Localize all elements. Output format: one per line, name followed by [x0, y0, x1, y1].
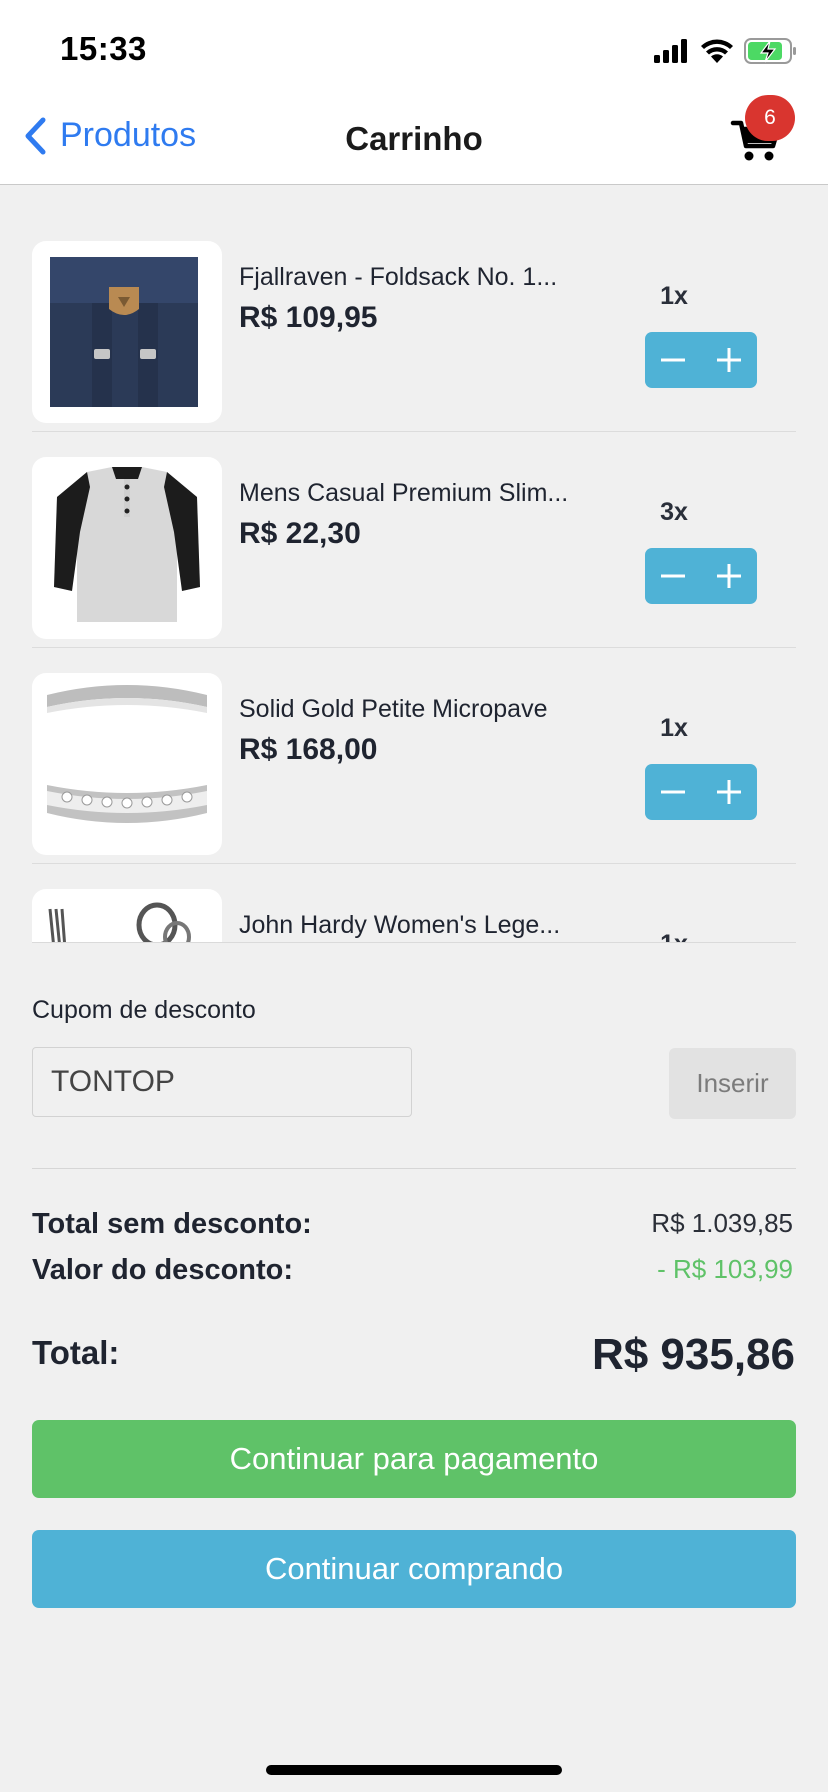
decrease-quantity-button[interactable] [645, 548, 701, 604]
total-label: Total: [32, 1334, 120, 1371]
decrease-quantity-button[interactable] [645, 764, 701, 820]
battery-charging-icon [744, 38, 796, 64]
product-image-backpack [32, 241, 222, 423]
plus-icon [717, 348, 741, 372]
cart-item[interactable]: Solid Gold Petite Micropave R$ 168,00 1x [32, 648, 796, 864]
status-icons [654, 34, 798, 68]
home-indicator [266, 1765, 562, 1775]
product-quantity: 3x [660, 498, 688, 526]
product-name: John Hardy Women's Lege... [239, 911, 561, 939]
wifi-icon [701, 39, 733, 63]
cart-item-list[interactable]: Fjallraven - Foldsack No. 1... R$ 109,95… [32, 216, 796, 943]
minus-icon [661, 574, 685, 578]
increase-quantity-button[interactable] [701, 332, 757, 388]
coupon-input[interactable] [32, 1047, 412, 1117]
product-image-shirt [32, 457, 222, 639]
product-name: Fjallraven - Foldsack No. 1... [239, 263, 558, 291]
discount-label: Valor do desconto: [32, 1254, 294, 1286]
subtotal-label: Total sem desconto: [32, 1208, 312, 1240]
cart-item[interactable]: Mens Casual Premium Slim... R$ 22,30 3x [32, 432, 796, 648]
cart-item[interactable]: John Hardy Women's Lege... 1x [32, 864, 796, 942]
product-name: Mens Casual Premium Slim... [239, 479, 569, 507]
quantity-stepper [645, 548, 757, 604]
product-image-bracelet [32, 889, 222, 942]
minus-icon [661, 790, 685, 794]
cart-count-badge: 6 [745, 95, 795, 141]
insert-coupon-button[interactable]: Inserir [669, 1048, 796, 1119]
checkout-button[interactable]: Continuar para pagamento [32, 1420, 796, 1498]
cellular-signal-icon [654, 39, 687, 63]
summary-divider [32, 1168, 796, 1169]
subtotal-value: R$ 1.039,85 [651, 1208, 793, 1238]
product-image-ring [32, 673, 222, 855]
product-quantity: 1x [660, 282, 688, 310]
decrease-quantity-button[interactable] [645, 332, 701, 388]
product-name: Solid Gold Petite Micropave [239, 695, 548, 723]
product-price: R$ 168,00 [239, 733, 378, 766]
navigation-bar: Produtos Carrinho 6 [0, 92, 828, 185]
plus-icon [717, 780, 741, 804]
continue-shopping-button[interactable]: Continuar comprando [32, 1530, 796, 1608]
product-price: R$ 22,30 [239, 517, 361, 550]
discount-value: - R$ 103,99 [657, 1254, 793, 1284]
quantity-stepper [645, 764, 757, 820]
total-value: R$ 935,86 [591, 1330, 795, 1379]
page-title: Carrinho [345, 120, 483, 157]
status-time: 15:33 [60, 30, 147, 67]
increase-quantity-button[interactable] [701, 764, 757, 820]
product-quantity: 1x [660, 714, 688, 742]
increase-quantity-button[interactable] [701, 548, 757, 604]
product-price: R$ 109,95 [239, 301, 378, 334]
minus-icon [661, 358, 685, 362]
quantity-stepper [645, 332, 757, 388]
cart-item[interactable]: Fjallraven - Foldsack No. 1... R$ 109,95… [32, 216, 796, 432]
plus-icon [717, 564, 741, 588]
product-quantity: 1x [644, 930, 704, 942]
coupon-label: Cupom de desconto [32, 996, 256, 1024]
status-bar: 15:33 [0, 0, 828, 92]
